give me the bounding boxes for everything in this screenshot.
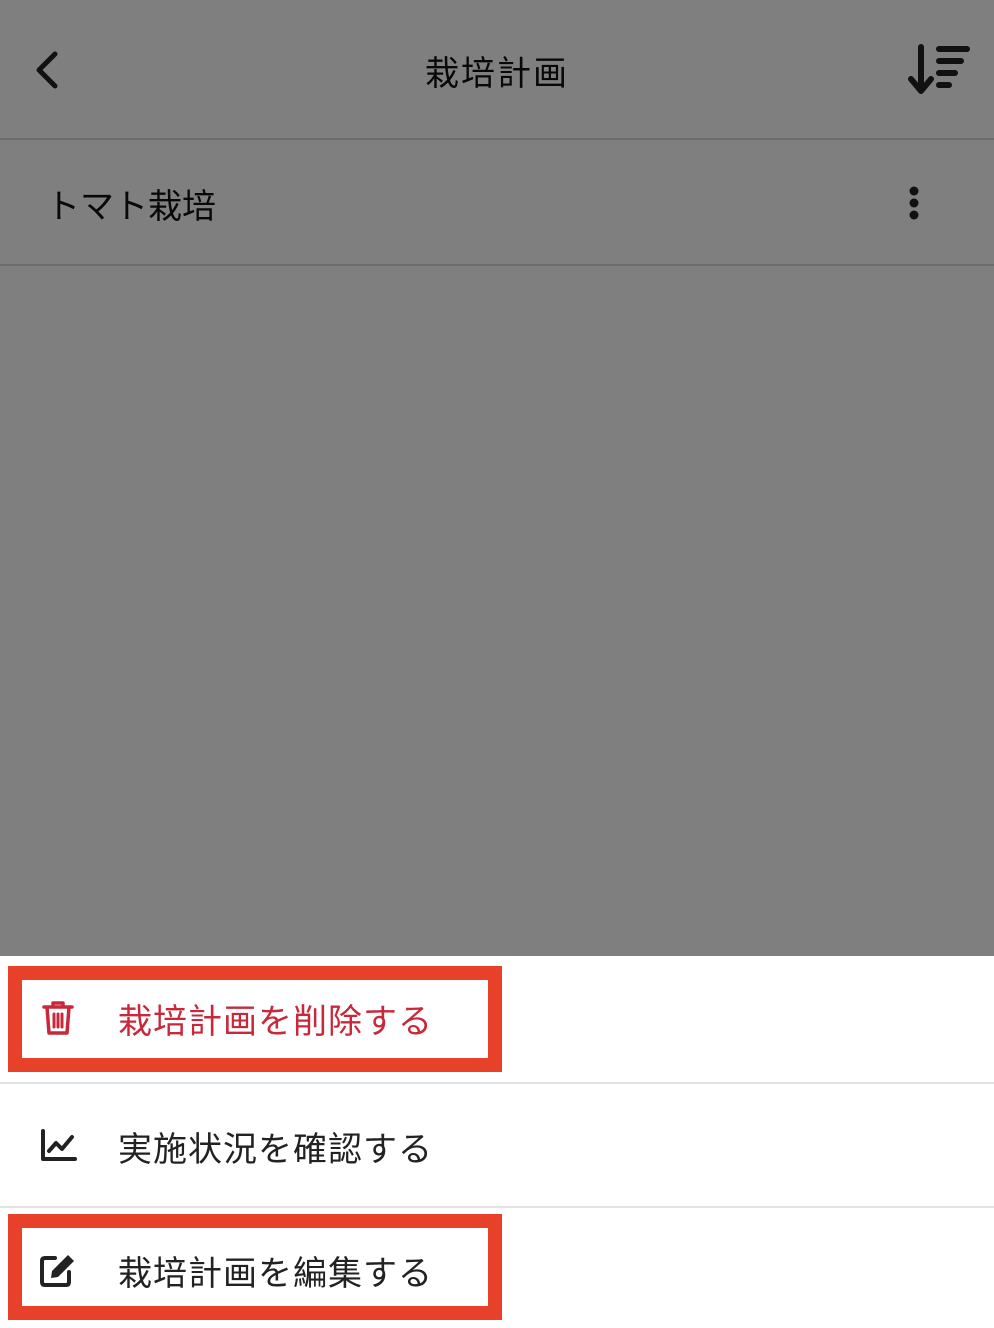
- edit-plan-label: 栽培計画を編集する: [118, 1253, 433, 1294]
- line-chart-icon: [38, 1126, 78, 1166]
- delete-plan-button[interactable]: 栽培計画を削除する: [0, 956, 994, 1080]
- check-progress-button[interactable]: 実施状況を確認する: [0, 1082, 994, 1206]
- edit-plan-button[interactable]: 栽培計画を編集する: [0, 1206, 994, 1328]
- action-sheet: 栽培計画を削除する 実施状況を確認する 栽培計画を編集する: [0, 956, 994, 1328]
- delete-plan-label: 栽培計画を削除する: [118, 1001, 433, 1042]
- check-progress-label: 実施状況を確認する: [118, 1129, 433, 1170]
- trash-icon: [38, 998, 78, 1038]
- screen: 栽培計画 トマト栽培: [0, 0, 994, 1328]
- edit-icon: [38, 1250, 78, 1290]
